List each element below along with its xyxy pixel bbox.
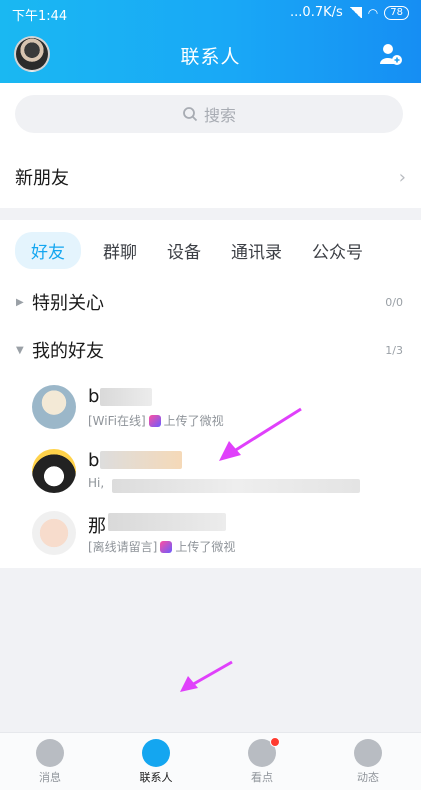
friend-avatar [32,385,76,429]
group-name: 我的好友 [32,341,104,362]
tab-address-book[interactable]: 通讯录 [231,238,282,263]
header-bar: 下午1:44 ...0.7K/s ◠ 78 联系人 [0,0,421,83]
group-special-care[interactable]: ▶ 特别关心 0/0 [0,282,421,322]
status-time: 下午1:44 [12,9,68,24]
contacts-icon [142,739,170,767]
friend-status: [WiFi在线] [88,414,146,428]
chevron-right-icon: › [398,166,406,188]
search-icon [183,107,198,122]
friend-item[interactable]: b [WiFi在线] 上传了微视 [0,378,421,440]
new-friends-label: 新朋友 [15,168,69,189]
contact-tabs: 好友 群聊 设备 通讯录 公众号 [15,232,393,269]
friend-status-line: Hi, [88,476,104,490]
group-count: 1/3 [385,343,403,357]
status-indicators: ...0.7K/s ◠ 78 [290,5,409,20]
nav-messages[interactable]: 消息 [20,739,80,785]
bottom-nav: 消息 联系人 看点 动态 [0,732,421,790]
blurred-name [100,388,152,406]
group-my-friends[interactable]: ▼ 我的好友 1/3 [0,330,421,370]
signal-icon [348,7,362,18]
friend-status: Hi, [88,476,105,490]
penguin-avatar [32,449,76,493]
nav-kandian[interactable]: 看点 [232,737,292,785]
eye-icon [248,737,280,767]
weishi-icon [148,414,161,427]
friend-name: b [88,450,100,471]
blurred-name [108,513,226,531]
search-section: 搜索 [0,83,421,146]
annotation-arrow-icon [219,407,302,461]
contact-list-panel: 好友 群聊 设备 通讯录 公众号 ▶ 特别关心 0/0 ▼ 我的好友 1/3 b… [0,220,421,568]
friend-name: b [88,386,100,407]
friend-item[interactable]: b Hi, [0,442,421,504]
nav-feed[interactable]: 动态 [338,739,398,785]
nav-label: 动态 [357,771,379,784]
group-name: 特别关心 [32,293,104,314]
tab-groups[interactable]: 群聊 [103,238,137,263]
star-icon [354,739,382,767]
friend-status-line: [WiFi在线] 上传了微视 [88,412,224,429]
triangle-down-icon: ▼ [16,344,24,356]
network-speed: ...0.7K/s [290,5,343,20]
battery-icon: 78 [384,5,409,20]
nav-label: 消息 [39,771,61,784]
friend-name: 那 [88,516,106,537]
tab-friends[interactable]: 好友 [15,232,81,269]
triangle-right-icon: ▶ [16,296,24,308]
friend-status: [离线请留言] [88,540,158,554]
weishi-icon [160,540,173,553]
wifi-icon: ◠ [367,5,379,20]
new-friends-row[interactable]: 新朋友 › [0,146,421,208]
message-icon [36,739,64,767]
nav-contacts[interactable]: 联系人 [126,739,186,785]
search-placeholder: 搜索 [203,106,236,125]
baby-avatar [32,511,76,555]
nav-label: 看点 [251,771,273,784]
page-title: 联系人 [180,46,241,68]
nav-label: 联系人 [139,771,173,784]
tab-devices[interactable]: 设备 [167,238,201,263]
notification-dot [270,737,280,747]
friend-status-line: [离线请留言] 上传了微视 [88,538,235,555]
status-bar: 下午1:44 ...0.7K/s ◠ 78 [0,0,421,26]
blurred-message [112,479,360,493]
tab-official-accounts[interactable]: 公众号 [312,238,363,263]
annotation-arrow-icon [180,660,233,692]
group-count: 0/0 [385,295,403,309]
search-input[interactable]: 搜索 [15,95,403,133]
friend-activity: 上传了微视 [175,540,236,554]
blurred-name [100,451,182,469]
add-contact-icon[interactable] [379,42,403,66]
friend-item[interactable]: 那 [离线请留言] 上传了微视 [0,504,421,566]
